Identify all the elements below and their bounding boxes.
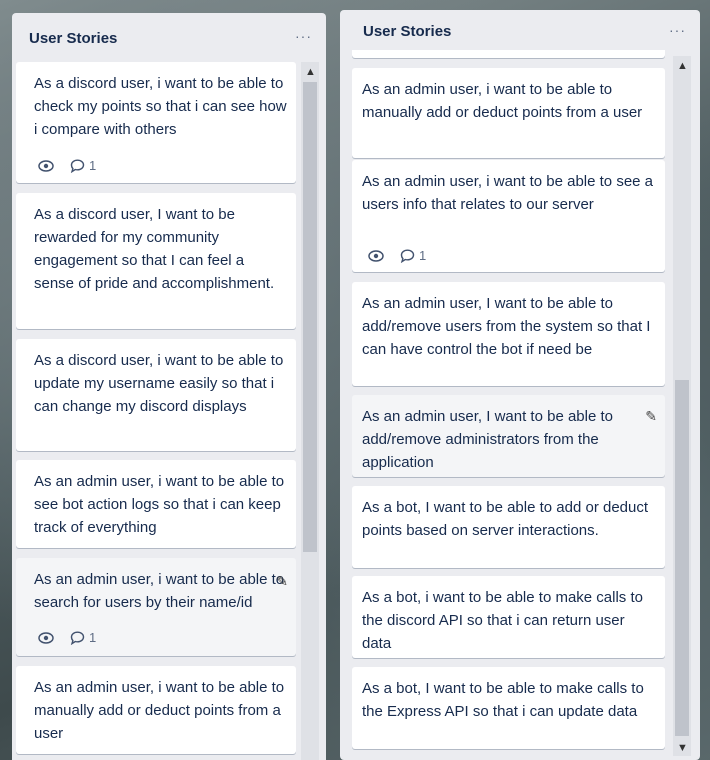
- card[interactable]: As an admin user, I want to be able to a…: [352, 395, 665, 477]
- card[interactable]: As an admin user, i want to be able to m…: [16, 666, 296, 754]
- comment-badge: 1: [70, 626, 96, 649]
- pencil-icon[interactable]: ✎: [645, 405, 657, 428]
- list-title[interactable]: User Stories: [29, 30, 117, 47]
- pencil-icon[interactable]: ✎: [276, 570, 288, 593]
- list-user-stories-right: User Stories ··· As an admin user, i wan…: [340, 10, 700, 760]
- card[interactable]: As an admin user, I want to be able to a…: [352, 282, 665, 386]
- card-title: As a discord user, i want to be able to …: [34, 352, 284, 415]
- list-menu-button[interactable]: ···: [295, 28, 312, 44]
- scroll-thumb[interactable]: [303, 82, 317, 552]
- card[interactable]: As an admin user, i want to be able to s…: [352, 160, 665, 272]
- list-menu-button[interactable]: ···: [669, 22, 686, 38]
- comment-count: 1: [89, 158, 97, 173]
- comment-count: 1: [419, 248, 427, 263]
- comment-badge: 1: [400, 244, 426, 267]
- card[interactable]: As a discord user, i want to be able to …: [16, 339, 296, 451]
- card-title: As a bot, i want to be able to make call…: [362, 589, 643, 652]
- comment-icon: [70, 158, 85, 173]
- scrollbar[interactable]: ▲ ▼: [673, 56, 691, 756]
- card-title: As an admin user, I want to be able to a…: [362, 295, 651, 358]
- card-badges: 1: [38, 154, 96, 177]
- card-title: As a discord user, I want to be rewarded…: [34, 206, 275, 292]
- card-title: As a discord user, i want to be able to …: [34, 75, 287, 138]
- watch-badge: [368, 249, 388, 262]
- comment-badge: 1: [70, 154, 96, 177]
- card-title: As an admin user, i want to be able to s…: [362, 173, 654, 213]
- list-title[interactable]: User Stories: [363, 23, 451, 40]
- card-title: As a bot, I want to be able to make call…: [362, 680, 644, 720]
- comment-icon: [400, 248, 415, 263]
- scrollbar[interactable]: ▲: [301, 62, 319, 760]
- list-user-stories-left: User Stories ··· As a discord user, i wa…: [12, 13, 326, 760]
- card[interactable]: As a discord user, i want to be able to …: [16, 62, 296, 183]
- watch-badge: [38, 631, 58, 644]
- scroll-thumb[interactable]: [675, 380, 689, 736]
- card-title: As an admin user, i want to be able to m…: [362, 81, 643, 121]
- eye-icon: [38, 159, 54, 172]
- card-title: As an admin user, I want to be able to a…: [362, 408, 613, 471]
- card[interactable]: As a bot, i want to be able to make call…: [352, 576, 665, 658]
- watch-badge: [38, 159, 58, 172]
- card[interactable]: As an admin user, i want to be able to s…: [16, 558, 296, 656]
- eye-icon: [38, 631, 54, 644]
- card-title: As an admin user, i want to be able to m…: [34, 679, 285, 742]
- card-title: As an admin user, i want to be able to s…: [34, 571, 285, 611]
- card-clipped[interactable]: [352, 50, 665, 58]
- comment-count: 1: [89, 630, 97, 645]
- card-badges: 1: [38, 626, 96, 649]
- card[interactable]: As a bot, I want to be able to add or de…: [352, 486, 665, 568]
- comment-icon: [70, 630, 85, 645]
- list-header: User Stories ···: [12, 13, 326, 63]
- card[interactable]: As a bot, I want to be able to make call…: [352, 667, 665, 749]
- card-title: As a bot, I want to be able to add or de…: [362, 499, 649, 539]
- card[interactable]: As an admin user, i want to be able to s…: [16, 460, 296, 548]
- card-title: As an admin user, i want to be able to s…: [34, 473, 285, 536]
- chevron-down-icon[interactable]: ▼: [677, 742, 688, 754]
- chevron-up-icon[interactable]: ▲: [305, 66, 316, 78]
- card[interactable]: As a discord user, I want to be rewarded…: [16, 193, 296, 329]
- card-badges: 1: [368, 244, 426, 267]
- card[interactable]: As an admin user, i want to be able to m…: [352, 68, 665, 158]
- eye-icon: [368, 249, 384, 262]
- chevron-up-icon[interactable]: ▲: [677, 60, 688, 72]
